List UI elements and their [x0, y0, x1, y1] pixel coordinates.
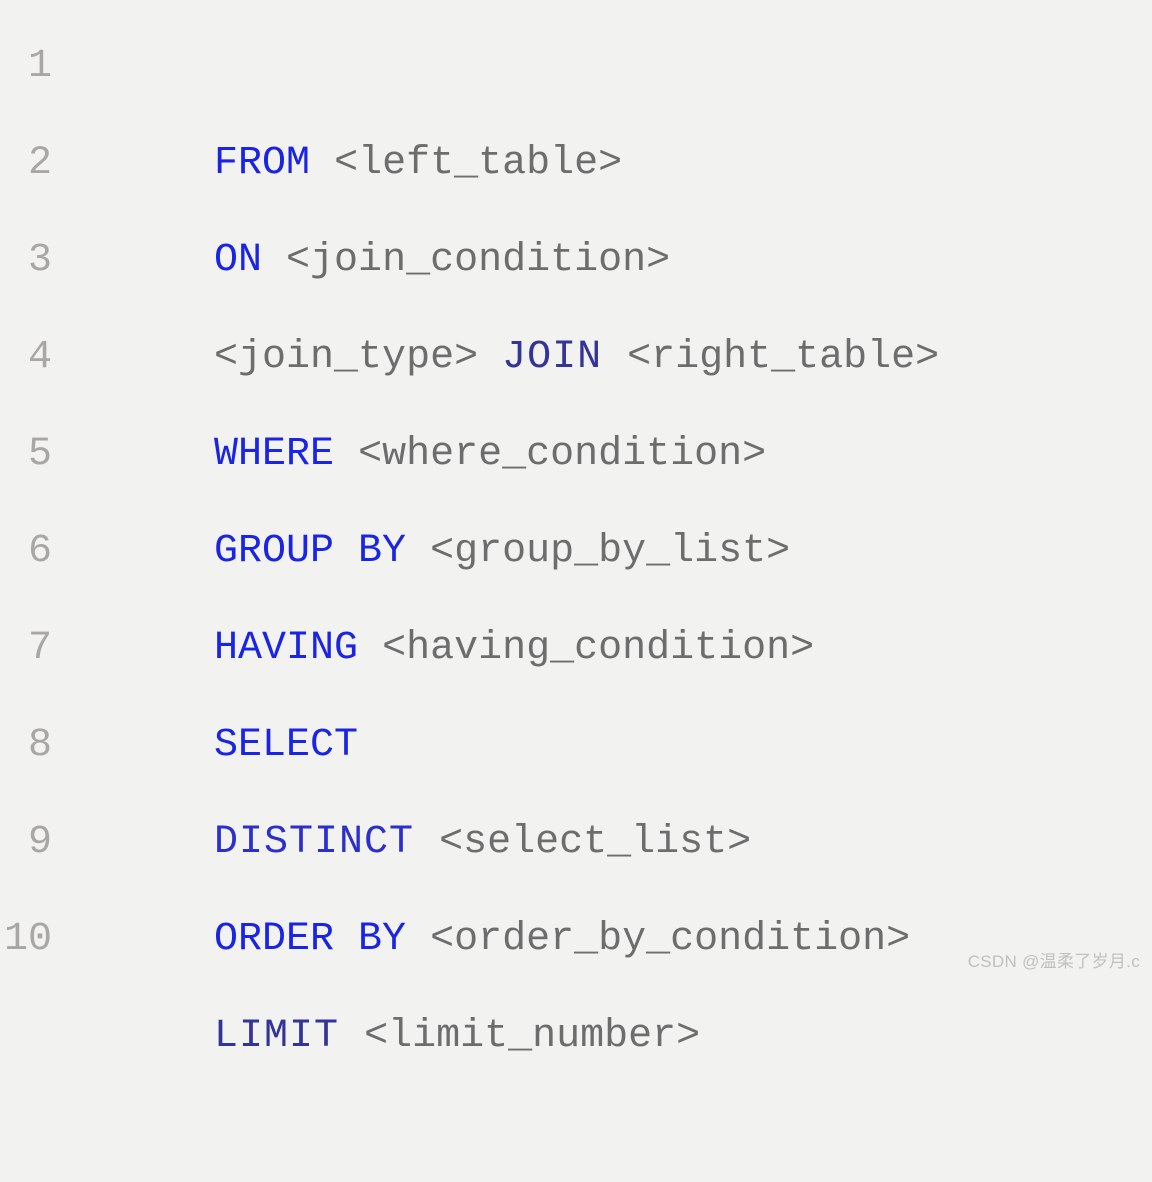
line-number: 3 — [0, 212, 70, 309]
code-content: LIMIT <limit_number> — [70, 891, 700, 1182]
line-number: 10 — [0, 891, 70, 988]
code-line: 3 <join_type> JOIN <right_table> — [0, 212, 1152, 309]
watermark: CSDN @温柔了岁月.c — [968, 947, 1140, 972]
token-keyword: LIMIT — [214, 1014, 364, 1059]
code-line: 2 ON <join_condition> — [0, 115, 1152, 212]
token-placeholder: <limit_number> — [364, 1014, 700, 1059]
token-placeholder: <having_condition> — [382, 626, 814, 671]
line-number: 7 — [0, 600, 70, 697]
line-number: 9 — [0, 794, 70, 891]
code-line: 1 FROM <left_table> — [0, 18, 1152, 115]
line-number: 6 — [0, 503, 70, 600]
code-line: 9 ORDER BY <order_by_condition> — [0, 794, 1152, 891]
code-line: 8 DISTINCT <select_list> — [0, 697, 1152, 794]
line-number: 2 — [0, 115, 70, 212]
code-line: 6 HAVING <having_condition> — [0, 503, 1152, 600]
code-line: 10 LIMIT <limit_number> — [0, 891, 1152, 988]
line-number: 8 — [0, 697, 70, 794]
code-line: 5 GROUP BY <group_by_list> — [0, 406, 1152, 503]
line-number: 5 — [0, 406, 70, 503]
code-line: 4 WHERE <where_condition> — [0, 309, 1152, 406]
line-number: 4 — [0, 309, 70, 406]
line-number: 1 — [0, 18, 70, 115]
code-block: 1 FROM <left_table> 2 ON <join_condition… — [0, 0, 1152, 988]
